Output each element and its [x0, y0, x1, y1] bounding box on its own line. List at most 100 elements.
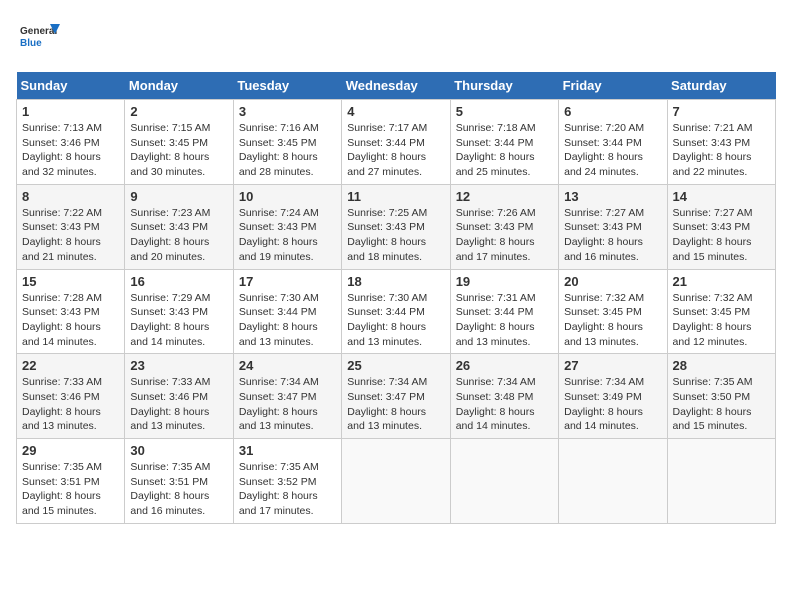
day-info: Sunrise: 7:32 AMSunset: 3:45 PMDaylight:… — [564, 292, 644, 348]
day-number: 14 — [673, 189, 770, 204]
calendar-cell: 29 Sunrise: 7:35 AMSunset: 3:51 PMDaylig… — [17, 439, 125, 524]
day-number: 28 — [673, 358, 770, 373]
calendar-week-5: 29 Sunrise: 7:35 AMSunset: 3:51 PMDaylig… — [17, 439, 776, 524]
day-number: 21 — [673, 274, 770, 289]
calendar-cell: 23 Sunrise: 7:33 AMSunset: 3:46 PMDaylig… — [125, 354, 233, 439]
day-header-monday: Monday — [125, 72, 233, 100]
calendar-cell: 1 Sunrise: 7:13 AMSunset: 3:46 PMDayligh… — [17, 100, 125, 185]
day-number: 29 — [22, 443, 119, 458]
calendar-cell: 24 Sunrise: 7:34 AMSunset: 3:47 PMDaylig… — [233, 354, 341, 439]
day-number: 24 — [239, 358, 336, 373]
day-info: Sunrise: 7:30 AMSunset: 3:44 PMDaylight:… — [347, 292, 427, 348]
day-info: Sunrise: 7:27 AMSunset: 3:43 PMDaylight:… — [564, 207, 644, 263]
day-info: Sunrise: 7:29 AMSunset: 3:43 PMDaylight:… — [130, 292, 210, 348]
logo: General Blue — [16, 16, 60, 60]
day-number: 9 — [130, 189, 227, 204]
calendar-cell: 31 Sunrise: 7:35 AMSunset: 3:52 PMDaylig… — [233, 439, 341, 524]
day-number: 31 — [239, 443, 336, 458]
calendar-cell: 19 Sunrise: 7:31 AMSunset: 3:44 PMDaylig… — [450, 269, 558, 354]
day-header-sunday: Sunday — [17, 72, 125, 100]
logo-svg: General Blue — [16, 16, 60, 60]
calendar-cell: 13 Sunrise: 7:27 AMSunset: 3:43 PMDaylig… — [559, 184, 667, 269]
day-number: 3 — [239, 104, 336, 119]
day-info: Sunrise: 7:24 AMSunset: 3:43 PMDaylight:… — [239, 207, 319, 263]
day-number: 20 — [564, 274, 661, 289]
day-info: Sunrise: 7:30 AMSunset: 3:44 PMDaylight:… — [239, 292, 319, 348]
day-number: 19 — [456, 274, 553, 289]
day-info: Sunrise: 7:34 AMSunset: 3:47 PMDaylight:… — [347, 376, 427, 432]
day-header-friday: Friday — [559, 72, 667, 100]
day-info: Sunrise: 7:34 AMSunset: 3:47 PMDaylight:… — [239, 376, 319, 432]
day-number: 11 — [347, 189, 444, 204]
calendar-cell — [342, 439, 450, 524]
day-header-wednesday: Wednesday — [342, 72, 450, 100]
day-number: 12 — [456, 189, 553, 204]
calendar-cell — [559, 439, 667, 524]
day-number: 6 — [564, 104, 661, 119]
calendar-cell — [450, 439, 558, 524]
day-number: 8 — [22, 189, 119, 204]
day-info: Sunrise: 7:27 AMSunset: 3:43 PMDaylight:… — [673, 207, 753, 263]
day-number: 5 — [456, 104, 553, 119]
calendar-cell: 6 Sunrise: 7:20 AMSunset: 3:44 PMDayligh… — [559, 100, 667, 185]
day-number: 13 — [564, 189, 661, 204]
day-info: Sunrise: 7:13 AMSunset: 3:46 PMDaylight:… — [22, 122, 102, 178]
day-info: Sunrise: 7:35 AMSunset: 3:50 PMDaylight:… — [673, 376, 753, 432]
day-number: 16 — [130, 274, 227, 289]
day-number: 23 — [130, 358, 227, 373]
calendar-week-1: 1 Sunrise: 7:13 AMSunset: 3:46 PMDayligh… — [17, 100, 776, 185]
calendar-header-row: SundayMondayTuesdayWednesdayThursdayFrid… — [17, 72, 776, 100]
day-info: Sunrise: 7:33 AMSunset: 3:46 PMDaylight:… — [130, 376, 210, 432]
calendar-cell: 5 Sunrise: 7:18 AMSunset: 3:44 PMDayligh… — [450, 100, 558, 185]
day-info: Sunrise: 7:33 AMSunset: 3:46 PMDaylight:… — [22, 376, 102, 432]
day-number: 7 — [673, 104, 770, 119]
calendar-cell: 28 Sunrise: 7:35 AMSunset: 3:50 PMDaylig… — [667, 354, 775, 439]
calendar-week-2: 8 Sunrise: 7:22 AMSunset: 3:43 PMDayligh… — [17, 184, 776, 269]
calendar-cell: 21 Sunrise: 7:32 AMSunset: 3:45 PMDaylig… — [667, 269, 775, 354]
day-header-tuesday: Tuesday — [233, 72, 341, 100]
calendar-cell: 10 Sunrise: 7:24 AMSunset: 3:43 PMDaylig… — [233, 184, 341, 269]
day-info: Sunrise: 7:31 AMSunset: 3:44 PMDaylight:… — [456, 292, 536, 348]
calendar-cell: 25 Sunrise: 7:34 AMSunset: 3:47 PMDaylig… — [342, 354, 450, 439]
day-info: Sunrise: 7:22 AMSunset: 3:43 PMDaylight:… — [22, 207, 102, 263]
calendar-cell: 9 Sunrise: 7:23 AMSunset: 3:43 PMDayligh… — [125, 184, 233, 269]
day-number: 10 — [239, 189, 336, 204]
page-header: General Blue — [16, 16, 776, 60]
svg-text:Blue: Blue — [20, 38, 42, 49]
day-info: Sunrise: 7:35 AMSunset: 3:51 PMDaylight:… — [22, 461, 102, 517]
calendar-cell: 30 Sunrise: 7:35 AMSunset: 3:51 PMDaylig… — [125, 439, 233, 524]
day-number: 15 — [22, 274, 119, 289]
day-info: Sunrise: 7:28 AMSunset: 3:43 PMDaylight:… — [22, 292, 102, 348]
calendar-cell: 20 Sunrise: 7:32 AMSunset: 3:45 PMDaylig… — [559, 269, 667, 354]
calendar-cell: 18 Sunrise: 7:30 AMSunset: 3:44 PMDaylig… — [342, 269, 450, 354]
day-info: Sunrise: 7:21 AMSunset: 3:43 PMDaylight:… — [673, 122, 753, 178]
day-number: 27 — [564, 358, 661, 373]
day-number: 25 — [347, 358, 444, 373]
day-info: Sunrise: 7:34 AMSunset: 3:49 PMDaylight:… — [564, 376, 644, 432]
calendar-week-3: 15 Sunrise: 7:28 AMSunset: 3:43 PMDaylig… — [17, 269, 776, 354]
day-number: 1 — [22, 104, 119, 119]
day-info: Sunrise: 7:34 AMSunset: 3:48 PMDaylight:… — [456, 376, 536, 432]
day-info: Sunrise: 7:35 AMSunset: 3:51 PMDaylight:… — [130, 461, 210, 517]
day-info: Sunrise: 7:26 AMSunset: 3:43 PMDaylight:… — [456, 207, 536, 263]
calendar-cell — [667, 439, 775, 524]
day-info: Sunrise: 7:25 AMSunset: 3:43 PMDaylight:… — [347, 207, 427, 263]
day-header-thursday: Thursday — [450, 72, 558, 100]
day-info: Sunrise: 7:17 AMSunset: 3:44 PMDaylight:… — [347, 122, 427, 178]
calendar-cell: 11 Sunrise: 7:25 AMSunset: 3:43 PMDaylig… — [342, 184, 450, 269]
calendar-cell: 3 Sunrise: 7:16 AMSunset: 3:45 PMDayligh… — [233, 100, 341, 185]
calendar-cell: 27 Sunrise: 7:34 AMSunset: 3:49 PMDaylig… — [559, 354, 667, 439]
calendar-table: SundayMondayTuesdayWednesdayThursdayFrid… — [16, 72, 776, 524]
day-info: Sunrise: 7:18 AMSunset: 3:44 PMDaylight:… — [456, 122, 536, 178]
logo-graphic: General Blue — [16, 16, 60, 60]
day-info: Sunrise: 7:35 AMSunset: 3:52 PMDaylight:… — [239, 461, 319, 517]
calendar-cell: 12 Sunrise: 7:26 AMSunset: 3:43 PMDaylig… — [450, 184, 558, 269]
calendar-cell: 26 Sunrise: 7:34 AMSunset: 3:48 PMDaylig… — [450, 354, 558, 439]
day-info: Sunrise: 7:23 AMSunset: 3:43 PMDaylight:… — [130, 207, 210, 263]
calendar-cell: 2 Sunrise: 7:15 AMSunset: 3:45 PMDayligh… — [125, 100, 233, 185]
calendar-week-4: 22 Sunrise: 7:33 AMSunset: 3:46 PMDaylig… — [17, 354, 776, 439]
day-number: 4 — [347, 104, 444, 119]
calendar-cell: 16 Sunrise: 7:29 AMSunset: 3:43 PMDaylig… — [125, 269, 233, 354]
calendar-cell: 22 Sunrise: 7:33 AMSunset: 3:46 PMDaylig… — [17, 354, 125, 439]
day-info: Sunrise: 7:32 AMSunset: 3:45 PMDaylight:… — [673, 292, 753, 348]
